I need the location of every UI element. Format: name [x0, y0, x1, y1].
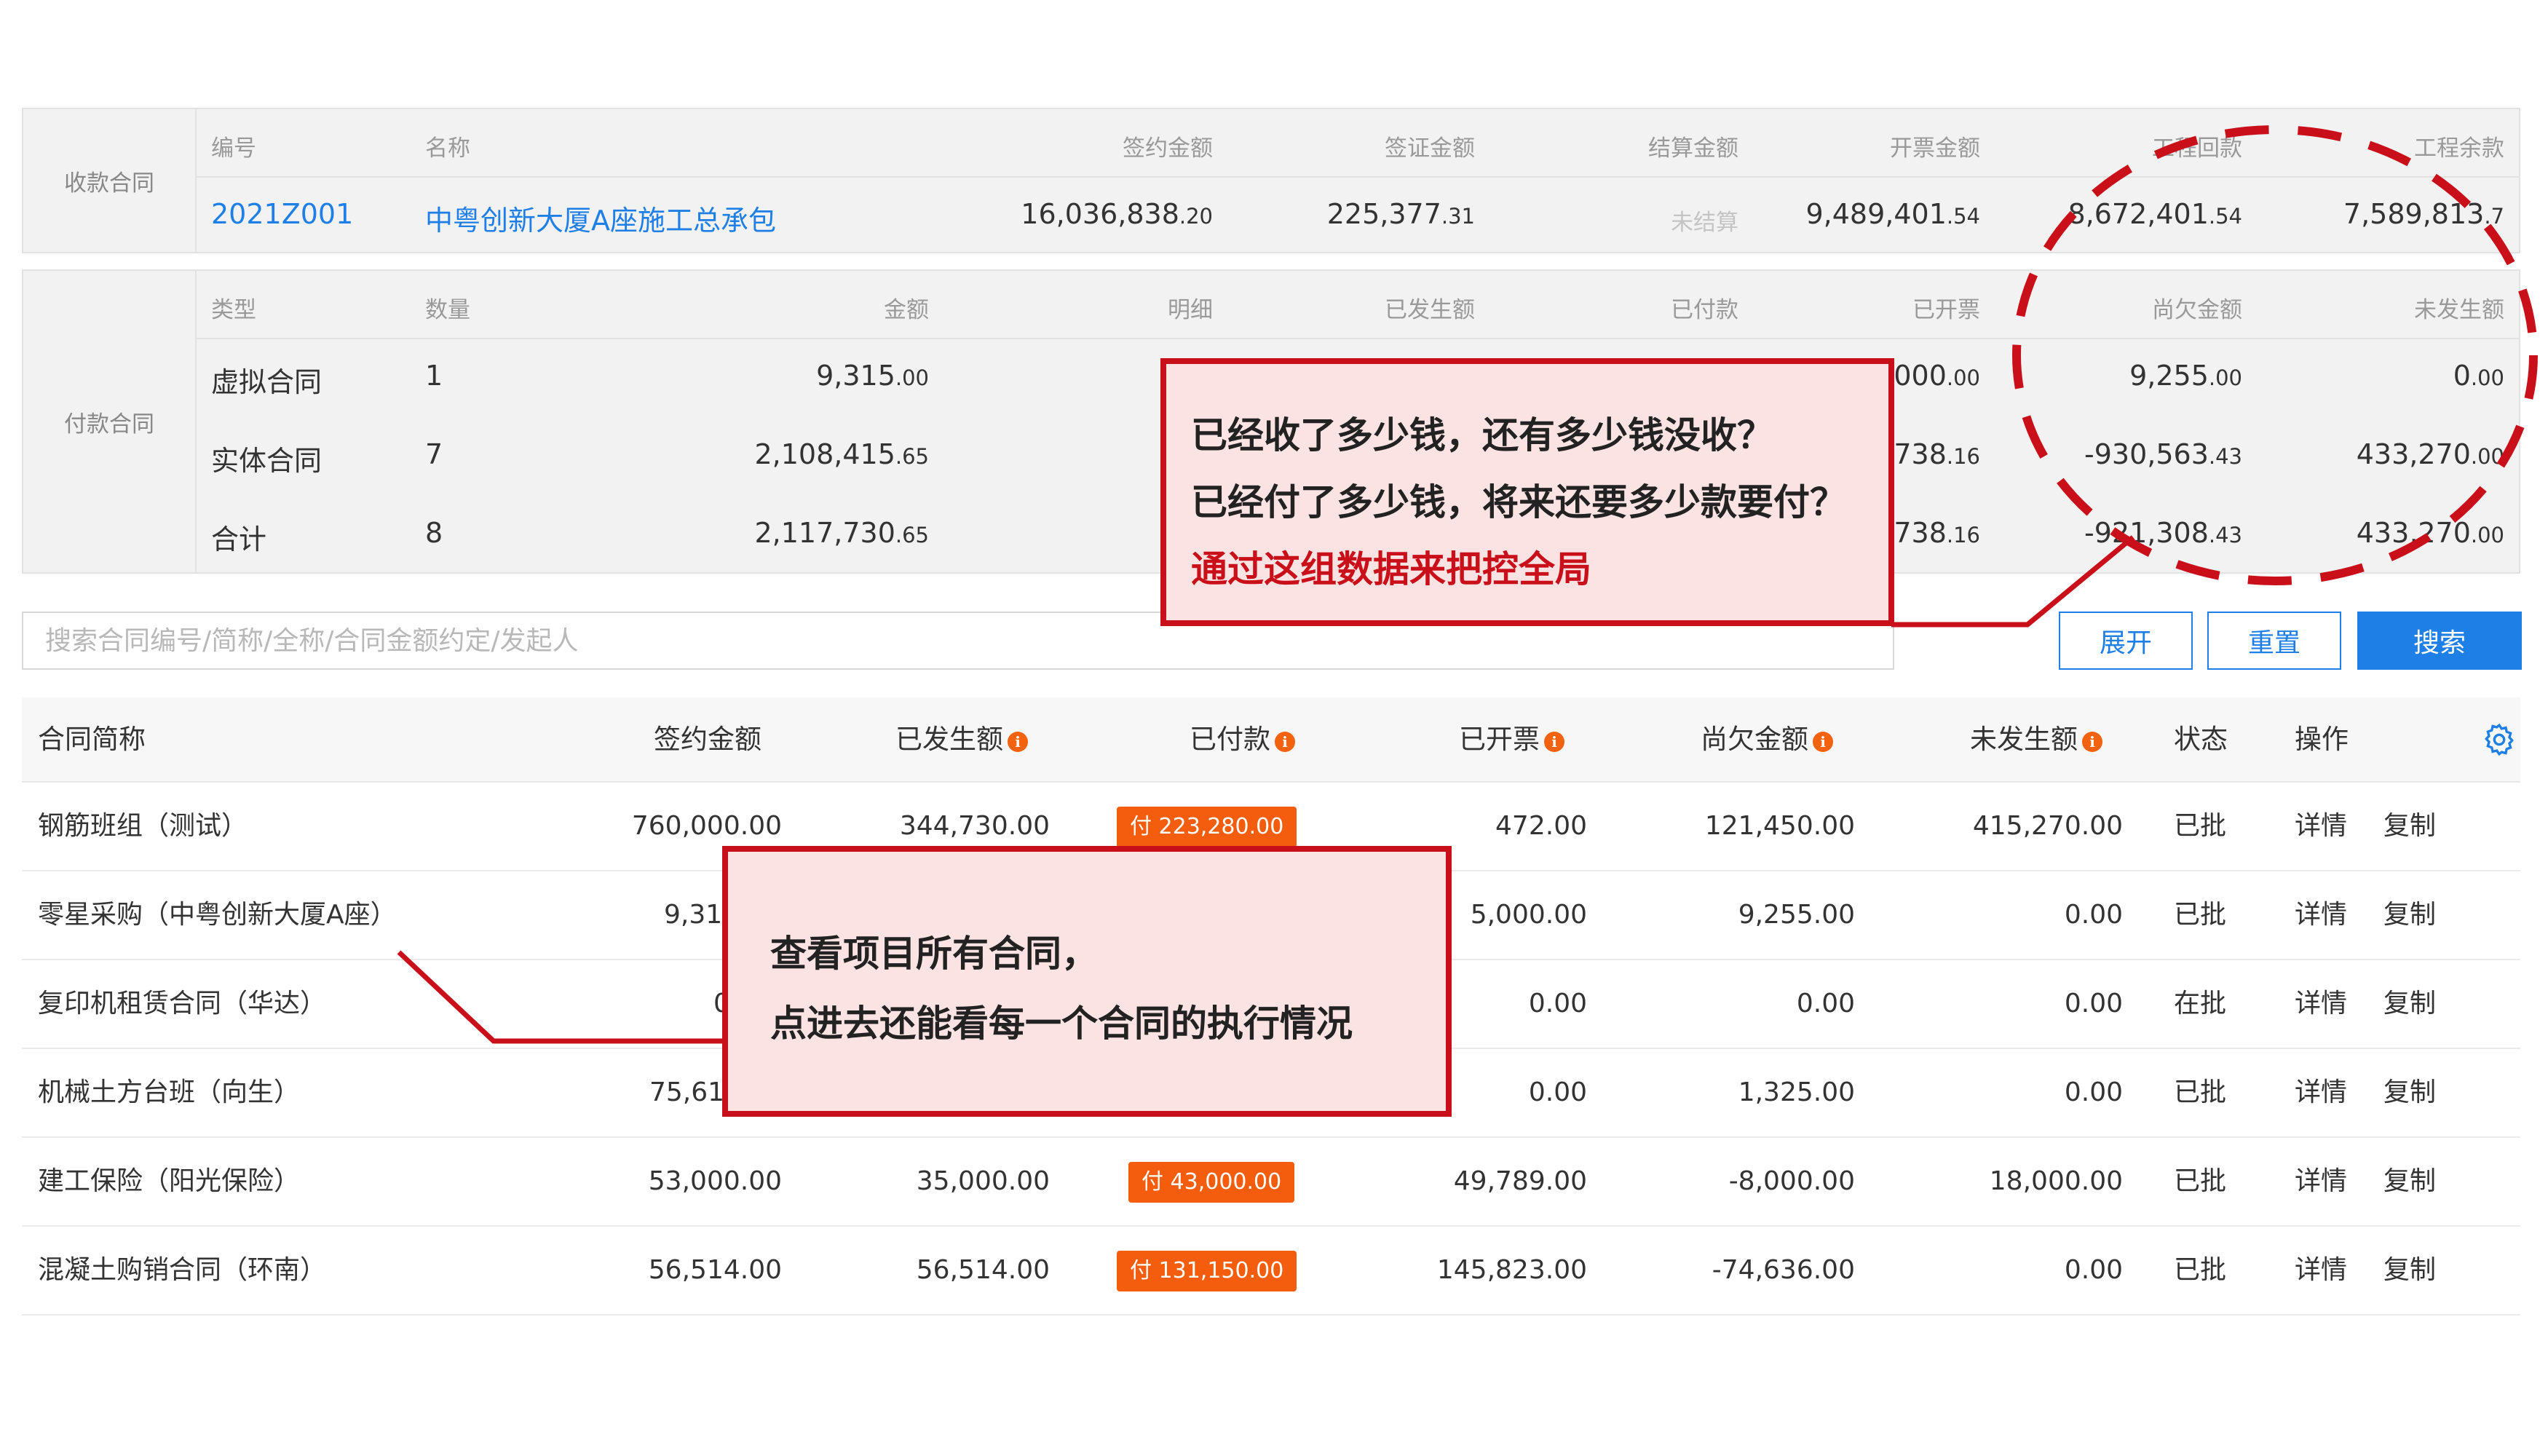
annotation-overlay: [397, 125, 2538, 1044]
callout-line: 已经付了多少钱，将来还要多少款要付？: [1191, 481, 1846, 523]
annotation-callout-bottom: 查看项目所有合同， 点进去还能看每一个合同的执行情况: [722, 846, 1452, 1117]
callout-line: 点进去还能看每一个合同的执行情况: [770, 1002, 1353, 1045]
connector-line-bottom: [397, 950, 728, 1044]
annotation-callout-top: 已经收了多少钱，还有多少钱没收？ 已经付了多少钱，将来还要多少款要付？ 通过这组…: [1160, 358, 1894, 626]
highlight-dashed-circle: [2012, 125, 2538, 585]
callout-line: 查看项目所有合同，: [770, 933, 1098, 975]
callout-line-highlight: 通过这组数据来把控全局: [1191, 548, 1591, 590]
callout-line: 已经收了多少钱，还有多少钱没收？: [1191, 414, 1773, 456]
connector-line-top: [1891, 535, 2135, 628]
